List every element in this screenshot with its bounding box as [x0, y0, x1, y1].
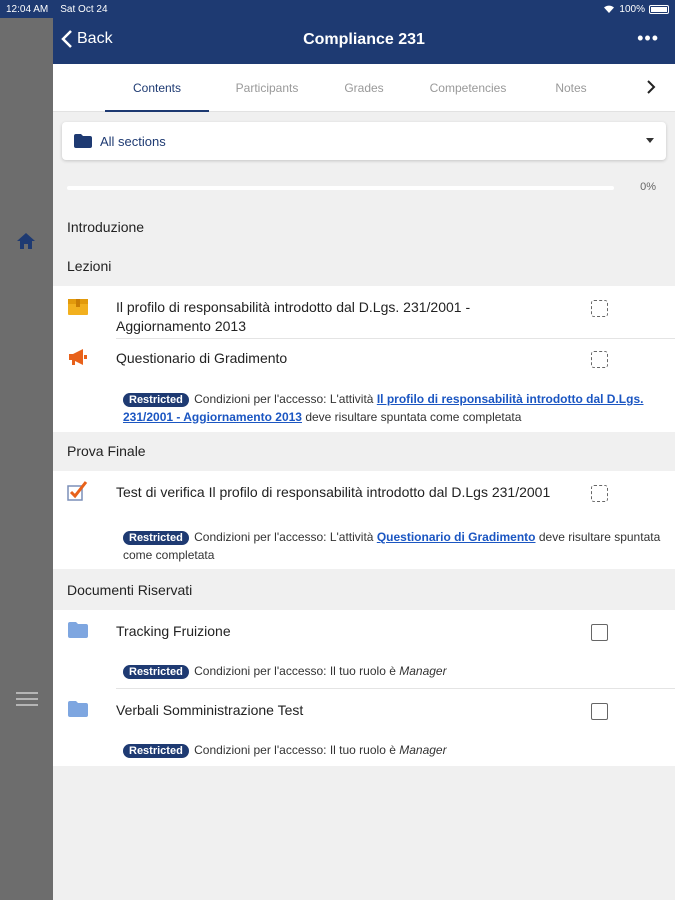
restricted-badge: Restricted — [123, 665, 189, 679]
wifi-icon — [604, 5, 615, 13]
chevron-right-icon[interactable] — [645, 78, 657, 96]
completion-checkbox[interactable] — [591, 351, 608, 368]
list-item[interactable]: Tracking Fruizione Restricted Condizioni… — [53, 610, 675, 688]
restriction-text: Condizioni per l'accesso: L'attività — [194, 392, 377, 406]
access-restriction: Restricted Condizioni per l'accesso: Il … — [123, 662, 663, 680]
restriction-role: Manager — [399, 743, 447, 757]
section-header-prova-finale: Prova Finale — [67, 443, 146, 459]
tab-grades[interactable]: Grades — [323, 64, 405, 112]
access-restriction: Restricted Condizioni per l'accesso: Il … — [123, 741, 663, 759]
section-header-lezioni: Lezioni — [67, 258, 112, 274]
sidebar — [0, 18, 53, 900]
hamburger-menu-icon[interactable] — [16, 690, 38, 708]
restricted-badge: Restricted — [123, 531, 189, 545]
activity-title: Questionario di Gradimento — [116, 350, 288, 366]
list-item[interactable]: Questionario di Gradimento Restricted Co… — [53, 339, 675, 432]
tab-notes[interactable]: Notes — [538, 64, 604, 112]
status-bar: 12:04 AM Sat Oct 24 100% — [0, 0, 675, 18]
activity-title: Tracking Fruizione — [116, 623, 231, 639]
completion-checkbox[interactable] — [591, 485, 608, 502]
completion-checkbox[interactable] — [591, 300, 608, 317]
megaphone-icon — [69, 349, 87, 365]
activity-title: Verbali Somministrazione Test — [116, 702, 304, 718]
section-selector[interactable]: All sections — [62, 122, 666, 160]
quiz-checkmark-icon — [67, 481, 88, 501]
chevron-down-icon — [646, 138, 654, 143]
section-selector-value: All sections — [100, 134, 166, 149]
folder-icon — [68, 622, 88, 638]
folder-icon — [68, 701, 88, 717]
battery-percent: 100% — [619, 3, 645, 15]
restriction-text: Condizioni per l'accesso: Il tuo ruolo è — [194, 664, 400, 678]
section-header-introduzione: Introduzione — [67, 219, 145, 235]
folder-icon — [74, 134, 92, 148]
section-card-prova-finale: Test di verifica Il profilo di responsab… — [53, 471, 675, 569]
more-options-button[interactable]: ••• — [637, 28, 659, 49]
battery-icon — [649, 4, 669, 14]
restricted-badge: Restricted — [123, 393, 189, 407]
restriction-text-suffix: deve risultare spuntata come completata — [305, 410, 522, 424]
status-date: Sat Oct 24 — [60, 3, 108, 15]
tab-bar: Contents Participants Grades Competencie… — [53, 64, 675, 112]
list-item[interactable]: Il profilo di responsabilità introdotto … — [53, 286, 675, 338]
section-header-documenti-riservati: Documenti Riservati — [67, 582, 193, 598]
restricted-badge: Restricted — [123, 744, 189, 758]
tab-participants[interactable]: Participants — [213, 64, 321, 112]
restriction-activity-link[interactable]: Questionario di Gradimento — [377, 530, 536, 544]
list-item[interactable]: Verbali Somministrazione Test Restricted… — [53, 689, 675, 766]
completion-checkbox[interactable] — [591, 703, 608, 720]
completion-checkbox[interactable] — [591, 624, 608, 641]
access-restriction: Restricted Condizioni per l'accesso: L'a… — [123, 528, 663, 564]
tab-competencies[interactable]: Competencies — [413, 64, 523, 112]
progress-percent: 0% — [640, 181, 656, 193]
home-icon[interactable] — [16, 231, 36, 251]
restriction-text: Condizioni per l'accesso: L'attività — [194, 530, 377, 544]
activity-title: Il profilo di responsabilità introdotto … — [116, 299, 471, 334]
progress-bar — [67, 186, 614, 190]
activity-title: Test di verifica Il profilo di responsab… — [116, 484, 551, 500]
section-card-lezioni: Il profilo di responsabilità introdotto … — [53, 286, 675, 432]
restriction-role: Manager — [399, 664, 447, 678]
package-icon — [68, 299, 88, 315]
tab-contents[interactable]: Contents — [105, 64, 209, 112]
access-restriction: Restricted Condizioni per l'accesso: L'a… — [123, 390, 663, 426]
status-time: 12:04 AM — [6, 3, 49, 15]
section-card-documenti-riservati: Tracking Fruizione Restricted Condizioni… — [53, 610, 675, 766]
page-title: Compliance 231 — [303, 31, 425, 48]
restriction-text: Condizioni per l'accesso: Il tuo ruolo è — [194, 743, 400, 757]
app-header: Back Compliance 231 ••• — [53, 18, 675, 64]
list-item[interactable]: Test di verifica Il profilo di responsab… — [53, 471, 675, 569]
